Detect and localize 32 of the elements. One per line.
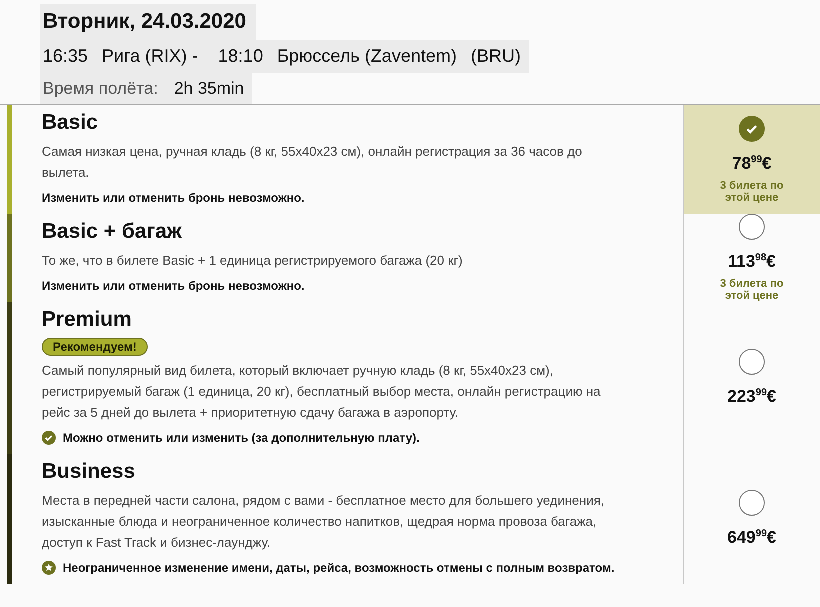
duration-label: Время полёта: [43, 78, 158, 100]
fare-condition: Изменить или отменить бронь невозможно. [42, 278, 305, 295]
fare-description: Самый популярный вид билета, который включает ручную кладь (8 кг, 55x40x23 см), регистрируемый багаж (1 единица, 20 кг), бесплатный выбор места, онлайн регистрацию на рейс за 5 дней до вылета + приоритетную сдачу багажа в аэропорту. [42, 362, 602, 422]
route-text: Рига (RIX) - [102, 45, 198, 68]
fare-condition: Неограниченное изменение имени, даты, рейса, возможность отмены с полным возвратом. [63, 560, 615, 577]
duration-value: 2h 35min [174, 78, 244, 100]
fare-radio[interactable] [739, 490, 765, 516]
fare-description: Самая низкая цена, ручная кладь (8 кг, 55x40x23 см), онлайн регистрация за 36 часов до вылета. [42, 143, 584, 182]
route-text: (BRU) [470, 45, 521, 68]
fare-condition: Изменить или отменить бронь невозможно. [42, 190, 305, 207]
seats-left-note: 3 билета по этой цене [719, 180, 785, 204]
seats-left-note: 3 билета по этой цене [719, 278, 785, 302]
route-text: 18:10 [218, 45, 264, 68]
route-text: 16:35 [43, 45, 88, 68]
fare-condition: Можно отменить или изменить (за дополнительную плату). [63, 430, 420, 447]
route-text: Брюссель (Zaventem) [277, 45, 457, 68]
fare-description: Места в передней части салона, рядом с вами - бесплатное место для большего уединения, изысканные блюда и неограниченное количество напитков, щедрая норма провоза багажа, доступ к Fast Track и бизнес-лаунджу. [42, 492, 606, 552]
fare-title: Basic [42, 110, 98, 136]
fare-price: 223$^{99}$€ [728, 387, 776, 407]
fare-radio[interactable] [739, 214, 765, 240]
fare-radio[interactable] [739, 349, 765, 375]
fare-description: То же, что в билете Basic + 1 единица регистрируемого багажа (20 кг) [42, 252, 464, 270]
fare-radio[interactable] [739, 116, 765, 142]
fare-price: 78$^{99}$€ [732, 154, 772, 174]
recommended-badge: Рекомендуем! [42, 338, 148, 356]
fare-title: Basic + багаж [42, 219, 182, 245]
fare-title: Premium [42, 307, 132, 333]
fare-title: Business [42, 459, 136, 485]
fare-price: 113$^{98}$€ [728, 252, 776, 272]
check-icon [42, 431, 56, 445]
flight-date: Вторник, 24.03.2020 [40, 4, 256, 40]
fare-price: 649$^{99}$€ [728, 528, 776, 548]
